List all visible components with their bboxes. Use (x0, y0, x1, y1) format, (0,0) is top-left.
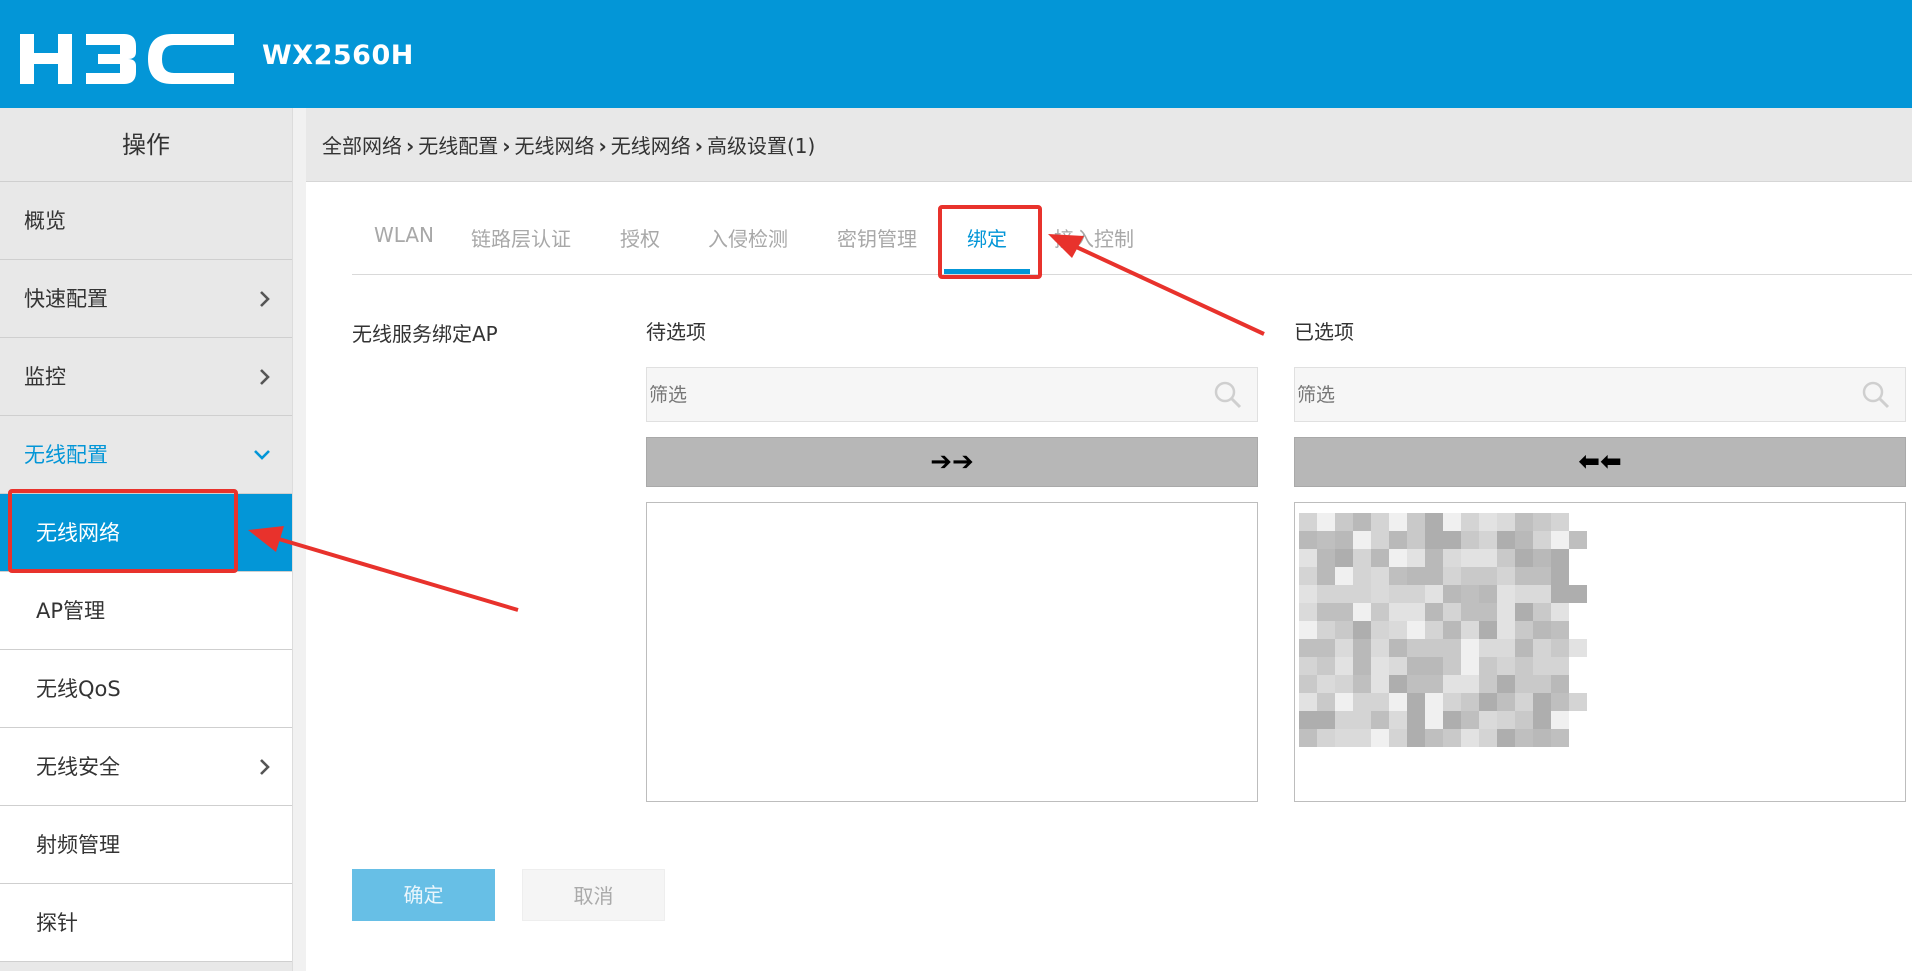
tab-bar: WLAN 链路层认证 授权 入侵检测 密钥管理 绑定 接入控制 (352, 205, 1912, 275)
tab-key-management[interactable]: 密钥管理 (837, 223, 917, 252)
top-header-bar: WX2560H (0, 0, 1912, 108)
highlight-box-binding-tab (938, 205, 1042, 279)
sidebar-item-label: 射频管理 (36, 833, 120, 857)
breadcrumb-item[interactable]: 全部网络 (322, 134, 402, 158)
chevron-down-icon (252, 416, 272, 494)
sidebar-item-probe[interactable]: 探针 (0, 884, 292, 962)
breadcrumb-separator-icon: › (406, 134, 415, 158)
selected-listbox[interactable] (1294, 502, 1906, 802)
available-listbox[interactable] (646, 502, 1258, 802)
ok-button[interactable]: 确定 (352, 869, 495, 921)
sidebar-item-label: 无线配置 (24, 443, 108, 467)
breadcrumb-current: 高级设置(1) (707, 134, 816, 158)
sidebar-item-label: 探针 (36, 911, 78, 935)
sidebar-item-label: 快速配置 (24, 287, 108, 311)
tab-authorization[interactable]: 授权 (620, 223, 660, 252)
breadcrumb-separator-icon: › (694, 134, 703, 158)
tab-access-control[interactable]: 接入控制 (1054, 223, 1134, 252)
breadcrumb-separator-icon: › (502, 134, 511, 158)
sidebar-item-label: 概览 (24, 209, 66, 233)
sidebar-item-label: 无线安全 (36, 755, 120, 779)
move-to-selected-button[interactable]: ➔➔ (646, 437, 1258, 487)
search-icon[interactable] (1213, 380, 1243, 410)
tab-intrusion-detection[interactable]: 入侵检测 (708, 223, 788, 252)
double-arrow-left-icon: ⬅⬅ (1578, 447, 1622, 477)
sidebar-item-label: AP管理 (36, 599, 106, 623)
sidebar-item-overview[interactable]: 概览 (0, 182, 292, 260)
sidebar-item-label: 无线QoS (36, 677, 121, 701)
available-list-title: 待选项 (646, 320, 706, 344)
search-icon[interactable] (1861, 380, 1891, 410)
sidebar-item-radio-management[interactable]: 射频管理 (0, 806, 292, 884)
sidebar-item-ap-management[interactable]: AP管理 (0, 572, 292, 650)
h3c-logo (20, 34, 234, 84)
breadcrumb-item[interactable]: 无线网络 (515, 134, 595, 158)
sidebar-item-quick-config[interactable]: 快速配置 (0, 260, 292, 338)
sidebar-item-wireless-qos[interactable]: 无线QoS (0, 650, 292, 728)
breadcrumb-bar: 全部网络 › 无线配置 › 无线网络 › 无线网络 › 高级设置(1) (306, 108, 1912, 182)
double-arrow-right-icon: ➔➔ (930, 447, 974, 477)
breadcrumb: 全部网络 › 无线配置 › 无线网络 › 无线网络 › 高级设置(1) (322, 130, 815, 159)
cancel-button[interactable]: 取消 (522, 869, 665, 921)
tab-link-layer-auth[interactable]: 链路层认证 (471, 223, 571, 252)
sidebar-title: 操作 (0, 108, 292, 182)
sidebar-item-wireless-security[interactable]: 无线安全 (0, 728, 292, 806)
breadcrumb-item[interactable]: 无线网络 (611, 134, 691, 158)
selected-filter (1294, 367, 1906, 422)
highlight-box-wireless-network (8, 489, 238, 573)
selected-filter-input[interactable] (1295, 368, 1905, 421)
move-to-available-button[interactable]: ⬅⬅ (1294, 437, 1906, 487)
chevron-right-icon (258, 728, 272, 806)
available-filter-input[interactable] (647, 368, 1257, 421)
sidebar-divider[interactable] (292, 108, 306, 971)
breadcrumb-separator-icon: › (598, 134, 607, 158)
chevron-right-icon (258, 338, 272, 416)
selected-list-title: 已选项 (1294, 320, 1354, 344)
breadcrumb-item[interactable]: 无线配置 (418, 134, 498, 158)
binding-label: 无线服务绑定AP (352, 322, 498, 346)
chevron-right-icon (258, 260, 272, 338)
sidebar-item-monitor[interactable]: 监控 (0, 338, 292, 416)
sidebar-item-wireless-config[interactable]: 无线配置 (0, 416, 292, 494)
tab-wlan[interactable]: WLAN (374, 223, 434, 247)
available-filter (646, 367, 1258, 422)
sidebar-item-label: 监控 (24, 365, 66, 389)
device-model: WX2560H (262, 40, 414, 71)
